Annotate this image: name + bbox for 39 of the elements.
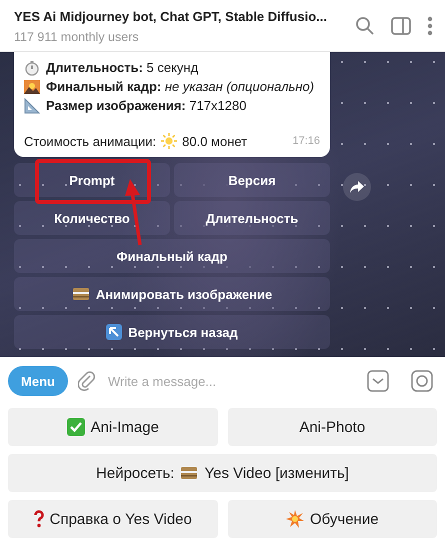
sun-icon: [161, 133, 178, 149]
inline-button[interactable]: Prompt: [14, 163, 170, 197]
chevron-box-icon[interactable]: [367, 370, 389, 392]
forward-button[interactable]: [343, 173, 371, 201]
check-mark-icon: [66, 418, 85, 436]
chest-icon: [180, 465, 198, 481]
search-icon[interactable]: [355, 16, 375, 36]
share-arrow-icon: [350, 181, 364, 193]
keyboard-button[interactable]: Справка о Yes Video: [8, 500, 218, 538]
sunset-picture-icon: [24, 78, 40, 94]
triangle-ruler-icon: [24, 98, 40, 114]
member-count: 117 911 monthly users: [14, 30, 140, 44]
keyboard-button[interactable]: Ani-Image: [8, 408, 218, 446]
inline-button[interactable]: Количество: [14, 201, 170, 235]
more-menu-icon[interactable]: [427, 16, 433, 36]
side-panel-icon[interactable]: [391, 16, 411, 34]
inline-button[interactable]: Длительность: [174, 201, 330, 235]
burst-icon: [286, 510, 304, 528]
message-input[interactable]: Write a message...: [106, 372, 357, 390]
paperclip-icon[interactable]: [78, 371, 96, 391]
inline-button[interactable]: Версия: [174, 163, 330, 197]
cost-value: 80.0 монет: [182, 134, 248, 148]
info-line: Длительность: 5 секунд: [46, 60, 198, 75]
keyboard-button[interactable]: Обучение: [228, 500, 437, 538]
stopwatch-icon: [24, 60, 40, 76]
keyboard-button[interactable]: Нейросеть: Yes Video [изменить]: [8, 454, 437, 492]
inline-button[interactable]: Вернуться назад: [14, 315, 330, 349]
cost-label: Стоимость анимации:: [24, 134, 156, 148]
up-left-arrow-icon: [106, 324, 122, 340]
chat-title: YES Ai Midjourney bot, Chat GPT, Stable Diffusio...: [14, 8, 327, 24]
circle-in-square-icon[interactable]: [411, 370, 433, 392]
info-line: Финальный кадр: не указан (опционально): [46, 79, 314, 94]
question-mark-icon: [34, 510, 44, 528]
keyboard-button[interactable]: Ani-Photo: [228, 408, 437, 446]
inline-button[interactable]: Финальный кадр: [14, 239, 330, 273]
message-time: 17:16: [292, 135, 320, 147]
info-line: Размер изображения: 717x1280: [46, 98, 246, 113]
chest-icon: [72, 286, 90, 302]
inline-button[interactable]: Анимировать изображение: [14, 277, 330, 311]
